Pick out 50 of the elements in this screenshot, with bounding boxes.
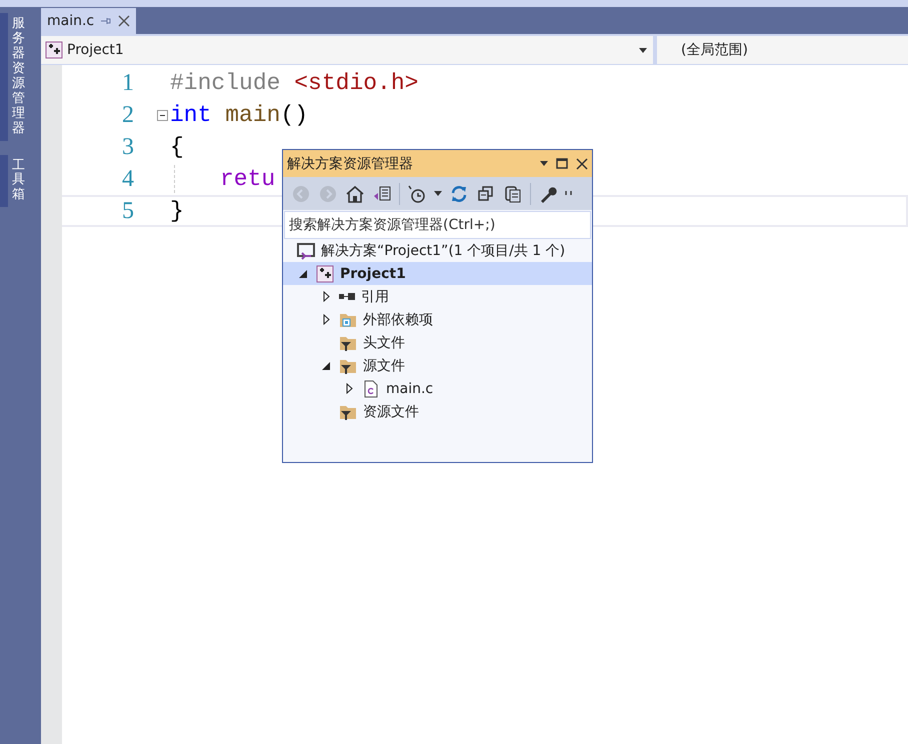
tree-item[interactable]: Project1 [283, 262, 592, 285]
project-icon [45, 41, 63, 59]
switch-views-icon[interactable] [372, 184, 392, 204]
c-file-icon [362, 380, 380, 398]
close-icon[interactable] [576, 158, 588, 170]
tree-item[interactable]: 外部依赖项 [283, 308, 592, 331]
dropdown-caret-icon [639, 48, 647, 52]
project-icon [316, 264, 334, 282]
tree-item[interactable]: main.c [283, 377, 592, 400]
panel-menu-icon [540, 161, 548, 166]
collapse-icon[interactable] [157, 110, 168, 120]
tree-item[interactable]: 引用 [283, 285, 592, 308]
code-line: retu [170, 165, 276, 193]
solution-icon [297, 242, 315, 260]
panel-title: 解决方案资源管理器 [287, 154, 413, 172]
pin-icon[interactable] [100, 15, 112, 27]
code-line: { [170, 133, 184, 161]
code-line: int main() [170, 101, 308, 129]
collapsed-arrow-icon[interactable] [322, 291, 330, 302]
line-number: 2 [121, 102, 134, 128]
expanded-arrow-icon[interactable] [299, 270, 307, 278]
expanded-arrow-icon[interactable] [322, 362, 330, 370]
history-caret-icon [434, 191, 442, 196]
tree-item[interactable]: 解决方案“Project1”(1 个项目/共 1 个) [283, 239, 592, 262]
line-number: 3 [121, 134, 134, 160]
tree-item[interactable]: 资源文件 [283, 400, 592, 423]
collapsed-arrow-icon[interactable] [346, 383, 352, 394]
side-tab[interactable]: 服务器资源管理器 [10, 13, 27, 140]
tree-item[interactable]: 源文件 [283, 354, 592, 377]
side-tab-marker [0, 154, 8, 208]
side-tab[interactable]: 工具箱 [10, 154, 27, 208]
show-all-files-icon[interactable] [503, 184, 523, 204]
home-icon[interactable] [345, 184, 365, 204]
code-line: } [170, 197, 184, 225]
line-number: 5 [121, 198, 134, 224]
line-number: 4 [121, 166, 134, 192]
search-field[interactable]: 搜索解决方案资源管理器(Ctrl+;) [284, 211, 591, 239]
history-icon[interactable] [407, 184, 427, 204]
code-line: #include <stdio.h> [170, 69, 418, 97]
document-tab[interactable]: main.c [41, 8, 136, 34]
overflow-icon[interactable] [565, 190, 573, 196]
close-icon[interactable] [118, 15, 130, 27]
scope-dropdown[interactable]: (全局范围) [657, 36, 907, 64]
collapse-all-icon[interactable] [476, 184, 496, 204]
line-number: 1 [121, 70, 134, 96]
tree-item[interactable]: 头文件 [283, 331, 592, 354]
maximize-icon[interactable] [556, 158, 568, 169]
refresh-icon[interactable] [449, 184, 469, 204]
collapsed-arrow-icon[interactable] [322, 314, 330, 325]
references-icon [339, 293, 355, 300]
